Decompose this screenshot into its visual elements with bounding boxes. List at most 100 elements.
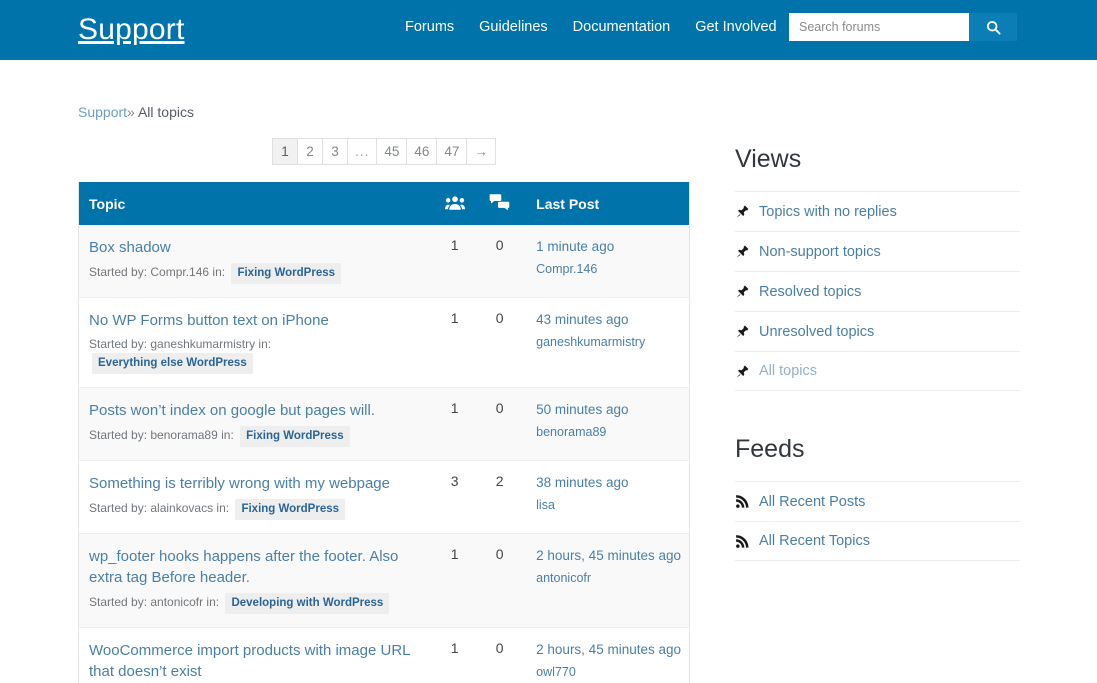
breadcrumb-current: All topics — [137, 104, 194, 120]
pushpin-icon — [735, 204, 750, 219]
view-item-resolved-topics[interactable]: Resolved topics — [735, 271, 1020, 311]
table-row[interactable]: Something is terribly wrong with my webp… — [78, 460, 690, 534]
last-post-time[interactable]: 1 minute ago — [536, 237, 681, 256]
topic-title-link[interactable]: Box shadow — [89, 237, 422, 258]
topic-title-link[interactable]: wp_footer hooks happens after the footer… — [89, 546, 422, 588]
topic-author[interactable]: Compr.146 — [150, 265, 209, 279]
nav-item-get-involved[interactable]: Get Involved — [695, 17, 776, 37]
last-post-time[interactable]: 50 minutes ago — [536, 400, 681, 419]
last-post-author[interactable]: Compr.146 — [536, 261, 681, 278]
posts-count: 2 — [477, 460, 523, 534]
view-link-current[interactable]: All topics — [759, 361, 817, 381]
table-row[interactable]: Posts won’t index on google but pages wi… — [78, 387, 690, 461]
last-post-time[interactable]: 2 hours, 45 minutes ago — [536, 640, 681, 659]
view-item-non-support-topics[interactable]: Non-support topics — [735, 231, 1020, 271]
started-by-label: Started by: — [89, 428, 148, 442]
topic-title-link[interactable]: No WP Forms button text on iPhone — [89, 310, 422, 331]
forum-badge[interactable]: Fixing WordPress — [240, 426, 350, 447]
content-columns: 1 2 3 ... 45 46 47 → Topic Last Post Box… — [78, 138, 1020, 683]
voices-count: 1 — [432, 297, 478, 388]
breadcrumb-separator: » — [127, 104, 135, 120]
table-row[interactable]: wp_footer hooks happens after the footer… — [78, 533, 690, 628]
last-post-author[interactable]: benorama89 — [536, 424, 681, 441]
pagination-page-2[interactable]: 2 — [297, 138, 323, 165]
pagination-page-1[interactable]: 1 — [272, 138, 298, 165]
feed-item-all-recent-posts[interactable]: All Recent Posts — [735, 481, 1020, 521]
forum-badge[interactable]: Everything else WordPress — [92, 353, 253, 374]
column-header-topic[interactable]: Topic — [78, 182, 433, 225]
posts-count: 0 — [477, 387, 523, 461]
view-item-unresolved-topics[interactable]: Unresolved topics — [735, 311, 1020, 351]
topic-meta: Started by: ganeshkumarmistry in: Everyt… — [89, 336, 422, 374]
last-post-author[interactable]: owl770 — [536, 664, 681, 681]
breadcrumb-link-support[interactable]: Support — [78, 104, 127, 120]
last-post-author[interactable]: antonicofr — [536, 570, 681, 587]
column-header-voices[interactable] — [432, 182, 478, 225]
feed-link[interactable]: All Recent Topics — [759, 531, 870, 551]
pagination-page-47[interactable]: 47 — [436, 138, 467, 165]
search-button[interactable] — [969, 13, 1017, 41]
forum-badge[interactable]: Developing with WordPress — [225, 593, 390, 614]
view-link[interactable]: Non-support topics — [759, 242, 881, 262]
nav-item-forums[interactable]: Forums — [405, 17, 454, 37]
search-icon — [986, 20, 1001, 35]
posts-count: 0 — [477, 533, 523, 628]
topic-meta: Started by: benorama89 in: Fixing WordPr… — [89, 426, 422, 447]
site-title[interactable]: Support — [78, 10, 184, 50]
view-item-all-topics[interactable]: All topics — [735, 351, 1020, 391]
view-item-topics-with-no-replies[interactable]: Topics with no replies — [735, 191, 1020, 231]
main-column: 1 2 3 ... 45 46 47 → Topic Last Post Box… — [78, 138, 690, 683]
view-link[interactable]: Unresolved topics — [759, 322, 874, 342]
view-link[interactable]: Topics with no replies — [759, 202, 897, 222]
column-header-posts[interactable] — [477, 182, 523, 225]
pagination-page-3[interactable]: 3 — [322, 138, 348, 165]
posts-count: 0 — [477, 297, 523, 388]
table-row[interactable]: No WP Forms button text on iPhone Starte… — [78, 297, 690, 388]
feed-item-all-recent-topics[interactable]: All Recent Topics — [735, 521, 1020, 561]
view-link[interactable]: Resolved topics — [759, 282, 861, 302]
last-post-cell: 2 hours, 45 minutes ago owl770 — [522, 627, 690, 683]
started-by-label: Started by: — [89, 501, 148, 515]
last-post-cell: 2 hours, 45 minutes ago antonicofr — [522, 533, 690, 628]
last-post-time[interactable]: 2 hours, 45 minutes ago — [536, 546, 681, 565]
started-by-label: Started by: — [89, 337, 148, 351]
feeds-list: All Recent Posts All Recent Topics — [735, 481, 1020, 561]
feeds-heading: Feeds — [735, 435, 805, 463]
pagination-page-46[interactable]: 46 — [406, 138, 437, 165]
topic-author[interactable]: benorama89 — [150, 428, 217, 442]
nav-item-guidelines[interactable]: Guidelines — [479, 17, 548, 37]
started-by-label: Started by: — [89, 265, 148, 279]
topic-author[interactable]: alainkovacs — [150, 501, 213, 515]
topic-author[interactable]: antonicofr — [150, 595, 203, 609]
last-post-author[interactable]: lisa — [536, 497, 681, 514]
voices-count: 1 — [432, 387, 478, 461]
search-form — [789, 13, 1017, 41]
pushpin-icon — [735, 324, 750, 339]
posts-count: 0 — [477, 627, 523, 683]
rss-icon — [735, 494, 750, 509]
pagination-next-button[interactable]: → — [466, 138, 496, 165]
in-label: in: — [216, 501, 230, 515]
posts-count: 0 — [477, 225, 523, 298]
in-label: in: — [212, 265, 226, 279]
voices-count: 3 — [432, 460, 478, 534]
forum-badge[interactable]: Fixing WordPress — [231, 263, 342, 284]
last-post-author[interactable]: ganeshkumarmistry — [536, 334, 681, 351]
in-label: in: — [258, 337, 272, 351]
pagination-page-45[interactable]: 45 — [376, 138, 407, 165]
column-header-last-post[interactable]: Last Post — [522, 182, 690, 225]
table-row[interactable]: Box shadow Started by: Compr.146 in: Fix… — [78, 225, 690, 298]
table-row[interactable]: WooCommerce import products with image U… — [78, 627, 690, 683]
last-post-time[interactable]: 38 minutes ago — [536, 473, 681, 492]
last-post-cell: 43 minutes ago ganeshkumarmistry — [522, 297, 690, 388]
search-input[interactable] — [789, 13, 969, 41]
topic-title-link[interactable]: Something is terribly wrong with my webp… — [89, 473, 422, 494]
topic-author[interactable]: ganeshkumarmistry — [150, 337, 255, 351]
nav-item-documentation[interactable]: Documentation — [573, 17, 671, 37]
last-post-time[interactable]: 43 minutes ago — [536, 310, 681, 329]
feed-link[interactable]: All Recent Posts — [759, 492, 865, 512]
topic-title-link[interactable]: WooCommerce import products with image U… — [89, 640, 422, 682]
forum-badge[interactable]: Fixing WordPress — [235, 499, 346, 520]
pagination-ellipsis: ... — [347, 138, 377, 165]
topic-title-link[interactable]: Posts won’t index on google but pages wi… — [89, 400, 422, 421]
